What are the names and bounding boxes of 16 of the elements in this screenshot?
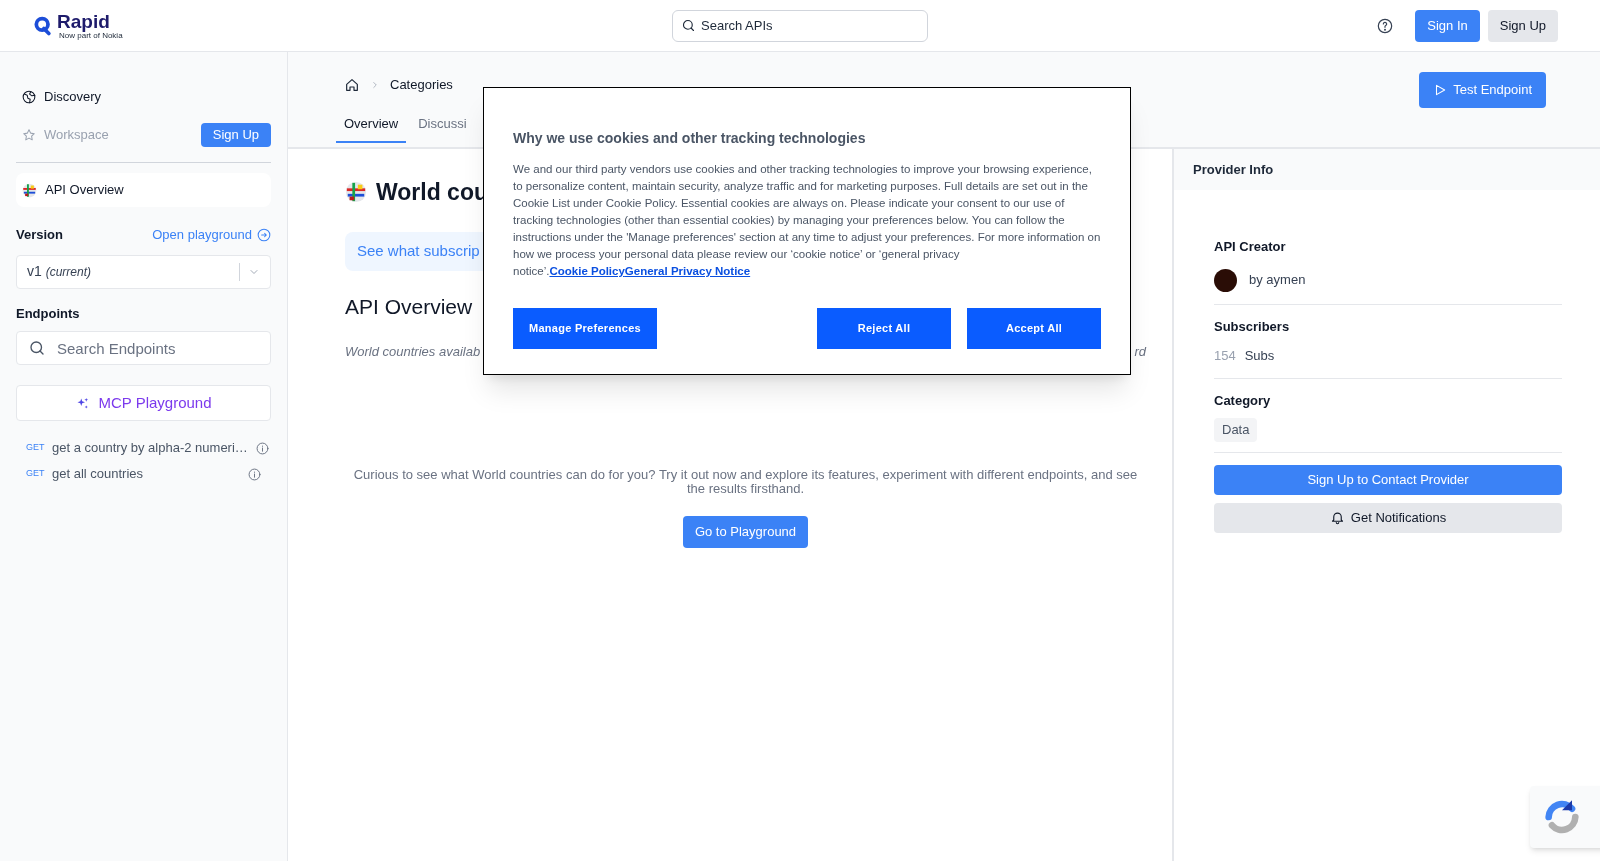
dialog-text: We and our third party vendors use cookies and other tracking technologies to improve your browsing experience, to personalize content, maintain security, analyze traffic and for marketing purposes. Full details are set out in the Cookie List under Cookie Policy. Essential cookies are always on. Please indicate your consent to our use of tracking technologies (other than essential cookies) by managing your preferences below. You can follow the instructions under the 'Manage preferences' section at any time to adjust your preferences. For more information on how we process your personal data please review our ‘cookie notice’ or ‘general privacy notice’.Cookie PolicyGeneral Privacy Notice bbox=[513, 162, 1101, 279]
logo-text: Rapid bbox=[57, 11, 111, 31]
endpoints-label: Endpoints bbox=[16, 304, 81, 323]
section-label: Category bbox=[1214, 391, 1272, 410]
section-label: Subscribers bbox=[1214, 317, 1291, 336]
subscriber-unit: Subs bbox=[1244, 347, 1275, 365]
panel-title: Provider Info bbox=[1174, 149, 1600, 190]
playground-prompt: Curious to see what World countries can do for you? Try it out now and explore its features, experiment with different endpoints, and see the results firsthand. bbox=[352, 467, 1139, 496]
logo-tagline: Now part of Nokia bbox=[59, 31, 123, 40]
subscriber-count: 154 bbox=[1214, 347, 1236, 365]
description-text: rd bbox=[1134, 343, 1146, 361]
version-label: Version bbox=[16, 226, 63, 244]
dialog-title: Why we use cookies and other tracking technologies bbox=[513, 129, 867, 148]
section-label: API Creator bbox=[1214, 238, 1287, 256]
description-text: World countries availab bbox=[345, 343, 481, 361]
section-heading: API Overview bbox=[345, 293, 473, 320]
